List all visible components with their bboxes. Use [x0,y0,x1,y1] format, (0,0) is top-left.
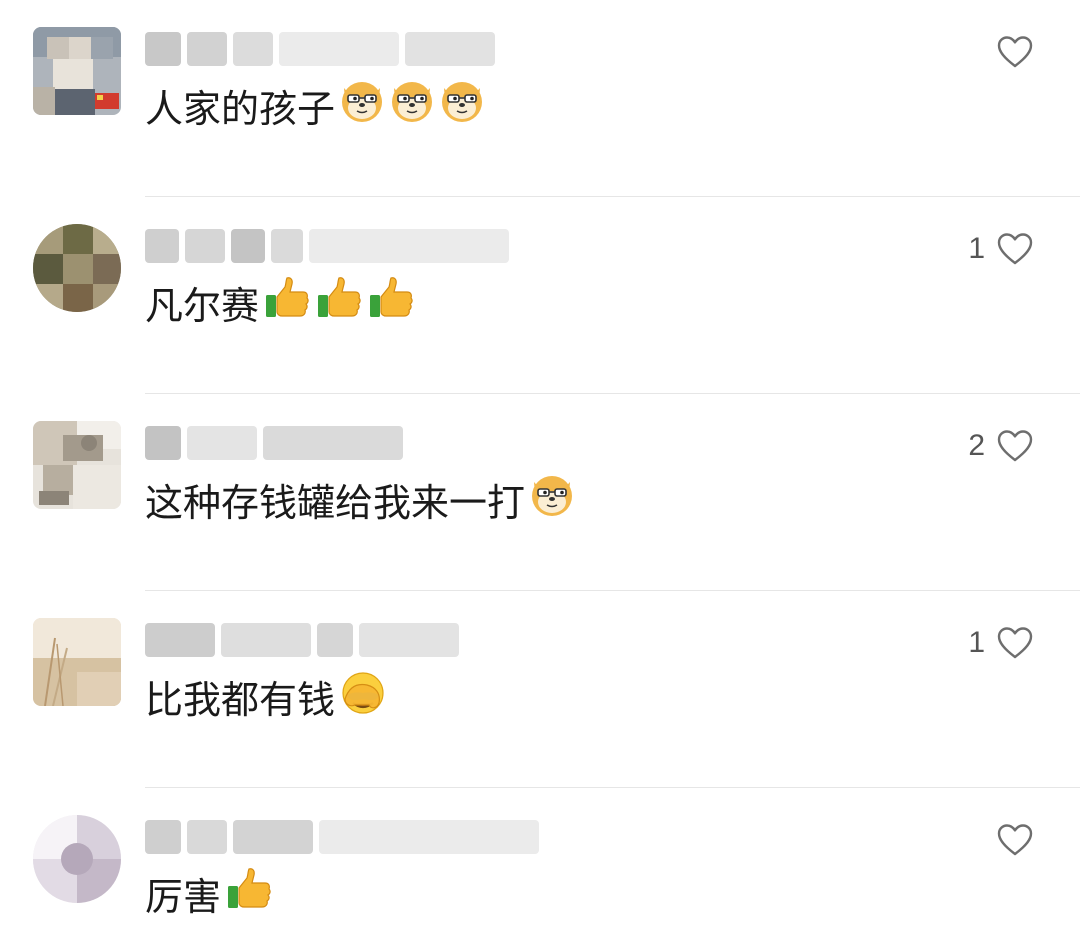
heart-icon[interactable] [997,626,1033,660]
comment-item: 这种存钱罐给我来一打 2 [0,394,1080,591]
doge-icon [389,78,435,139]
doge-icon [529,472,575,533]
like-count: 2 [968,429,985,462]
doge-icon [439,78,485,139]
thumbs-up-icon [263,275,311,336]
username-blurred[interactable] [145,29,495,69]
comment-text: 比我都有钱 [145,669,387,730]
username-blurred[interactable] [145,620,459,660]
like-count: 1 [968,232,985,265]
doge-icon [339,78,385,139]
thumbs-up-icon [225,866,273,927]
heart-icon[interactable] [997,35,1033,69]
avatar[interactable] [33,27,121,115]
comment-text-label: 厉害 [145,874,222,919]
comment-item: 厉害 [0,788,1080,951]
thumbs-up-icon [315,275,363,336]
avatar[interactable] [33,815,121,903]
username-blurred[interactable] [145,423,403,463]
heart-icon[interactable] [997,429,1033,463]
comment-text: 厉害 [145,866,273,927]
comment-text: 凡尔赛 [145,275,415,336]
avatar[interactable] [33,618,121,706]
heart-icon[interactable] [997,823,1033,857]
avatar[interactable] [33,421,121,509]
comment-text-label: 人家的孩子 [145,86,336,131]
like-control[interactable]: 2 [968,427,1033,465]
comment-text-label: 比我都有钱 [145,677,336,722]
heart-icon[interactable] [997,232,1033,266]
comment-text-label: 这种存钱罐给我来一打 [145,480,526,525]
comment-item: 人家的孩子 [0,0,1080,197]
username-blurred[interactable] [145,817,539,857]
comment-item: 比我都有钱 1 [0,591,1080,788]
like-control[interactable]: 1 [968,624,1033,662]
facepalm-crying-icon [339,669,387,730]
like-control[interactable]: 1 [968,230,1033,268]
username-blurred[interactable] [145,226,509,266]
thumbs-up-icon [367,275,415,336]
comment-text: 这种存钱罐给我来一打 [145,472,575,533]
like-count: 1 [968,626,985,659]
like-control[interactable] [985,33,1033,71]
comment-item: 凡尔赛 1 [0,197,1080,394]
avatar[interactable] [33,224,121,312]
comment-text-label: 凡尔赛 [145,283,260,328]
comment-list: 人家的孩子 凡尔赛 1 这种存钱罐给我来一打 2 比我都有钱 1 厉害 [0,0,1080,951]
comment-text: 人家的孩子 [145,78,485,139]
like-control[interactable] [985,821,1033,859]
